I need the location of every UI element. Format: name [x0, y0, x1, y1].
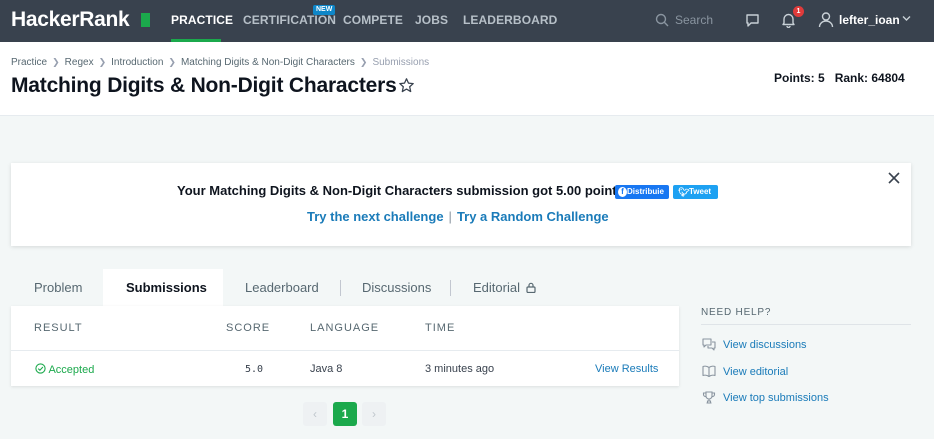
nav-practice[interactable]: PRACTICE	[171, 13, 233, 27]
submissions-table: RESULT SCORE LANGUAGE TIME Accepted 5.0 …	[11, 306, 679, 386]
logo-mark	[141, 13, 150, 27]
search-input[interactable]: Search	[655, 12, 730, 30]
help-divider	[701, 324, 911, 325]
breadcrumb-introduction[interactable]: Introduction	[111, 57, 163, 68]
page-header: Practice ❯ Regex ❯ Introduction ❯ Matching Dig…	[0, 42, 934, 116]
breadcrumb-regex[interactable]: Regex	[65, 57, 94, 68]
tweet-label: Tweet	[689, 187, 712, 196]
breadcrumb-submissions: Submissions	[372, 57, 430, 68]
facebook-share-label: Distribuie	[627, 187, 664, 196]
column-header-language: LANGUAGE	[310, 322, 380, 334]
nav-leaderboard[interactable]: LEADERBOARD	[463, 13, 557, 27]
discussions-icon	[702, 338, 716, 351]
facebook-icon: f	[618, 187, 627, 197]
points-rank: Points: 5 Rank: 64804	[774, 71, 905, 85]
result-status: Accepted	[48, 364, 95, 376]
tab-submissions[interactable]: Submissions	[126, 280, 207, 295]
username[interactable]: lefter_ioan	[839, 13, 900, 27]
tab-divider	[340, 280, 341, 296]
tab-divider	[450, 280, 451, 296]
pagination-page-1[interactable]: 1	[333, 402, 357, 426]
check-circle-icon	[35, 363, 46, 374]
close-icon[interactable]	[887, 171, 901, 185]
nav-compete[interactable]: COMPETE	[343, 13, 403, 27]
tab-leaderboard[interactable]: Leaderboard	[245, 280, 319, 295]
submission-result-banner: Your Matching Digits & Non-Digit Charact…	[11, 163, 911, 246]
tab-problem[interactable]: Problem	[34, 280, 82, 295]
next-challenge-link[interactable]: Try the next challenge	[307, 209, 444, 224]
view-results-link[interactable]: View Results	[595, 363, 658, 375]
pagination-next-button[interactable]: ›	[362, 402, 386, 426]
search-icon	[655, 13, 669, 27]
breadcrumb-practice[interactable]: Practice	[11, 57, 47, 68]
view-top-submissions-link[interactable]: View top submissions	[723, 392, 829, 404]
language-cell: Java 8	[310, 363, 343, 375]
chat-icon[interactable]	[745, 13, 760, 28]
points-label: Points: 5	[774, 71, 825, 85]
chevron-right-icon: ❯	[359, 57, 368, 67]
rank-label: Rank: 64804	[834, 71, 905, 85]
tab-discussions[interactable]: Discussions	[362, 280, 431, 295]
nav-certification[interactable]: CERTIFICATION	[243, 13, 336, 27]
logo[interactable]: HackerRank	[11, 8, 130, 32]
tab-editorial-label: Editorial	[473, 280, 520, 295]
view-editorial-link[interactable]: View editorial	[723, 366, 788, 378]
pagination-prev-button[interactable]: ‹	[303, 402, 327, 426]
score-cell: 5.0	[245, 364, 264, 375]
user-avatar-icon[interactable]	[818, 11, 834, 28]
trophy-icon	[702, 391, 716, 404]
top-nav: HackerRank PRACTICE CERTIFICATION NEW CO…	[0, 0, 934, 42]
chevron-right-icon: ❯	[52, 57, 60, 67]
search-placeholder: Search	[675, 13, 714, 27]
facebook-share-button[interactable]: f Distribuie	[615, 185, 669, 199]
column-header-time: TIME	[425, 322, 456, 334]
link-separator: |	[448, 209, 452, 224]
tab-editorial[interactable]: Editorial	[473, 280, 536, 295]
view-discussions-link[interactable]: View discussions	[723, 339, 807, 351]
book-icon	[702, 365, 716, 377]
random-challenge-link[interactable]: Try a Random Challenge	[457, 209, 609, 224]
star-icon[interactable]	[398, 77, 415, 94]
new-badge: NEW	[313, 5, 336, 15]
banner-links: Try the next challenge | Try a Random Chal…	[307, 209, 609, 224]
chevron-down-icon[interactable]	[902, 15, 911, 22]
breadcrumb-challenge[interactable]: Matching Digits & Non-Digit Characters	[181, 57, 355, 68]
tweet-button[interactable]: 🐦︎ Tweet	[673, 185, 718, 199]
submission-message: Your Matching Digits & Non-Digit Charact…	[177, 183, 628, 198]
column-header-result: RESULT	[34, 322, 83, 334]
breadcrumb: Practice ❯ Regex ❯ Introduction ❯ Matching Dig…	[11, 57, 429, 68]
result-cell: Accepted	[35, 363, 94, 376]
time-cell: 3 minutes ago	[425, 363, 495, 375]
table-divider	[11, 350, 679, 351]
lock-icon	[525, 282, 536, 294]
nav-jobs[interactable]: JOBS	[415, 13, 448, 27]
chevron-right-icon: ❯	[98, 57, 107, 67]
page-title: Matching Digits & Non-Digit Characters	[11, 74, 397, 97]
column-header-score: SCORE	[226, 322, 271, 334]
chevron-right-icon: ❯	[168, 57, 176, 67]
notification-count-badge: 1	[793, 6, 804, 17]
twitter-icon: 🐦︎	[678, 187, 690, 197]
need-help-title: NEED HELP?	[701, 307, 772, 318]
